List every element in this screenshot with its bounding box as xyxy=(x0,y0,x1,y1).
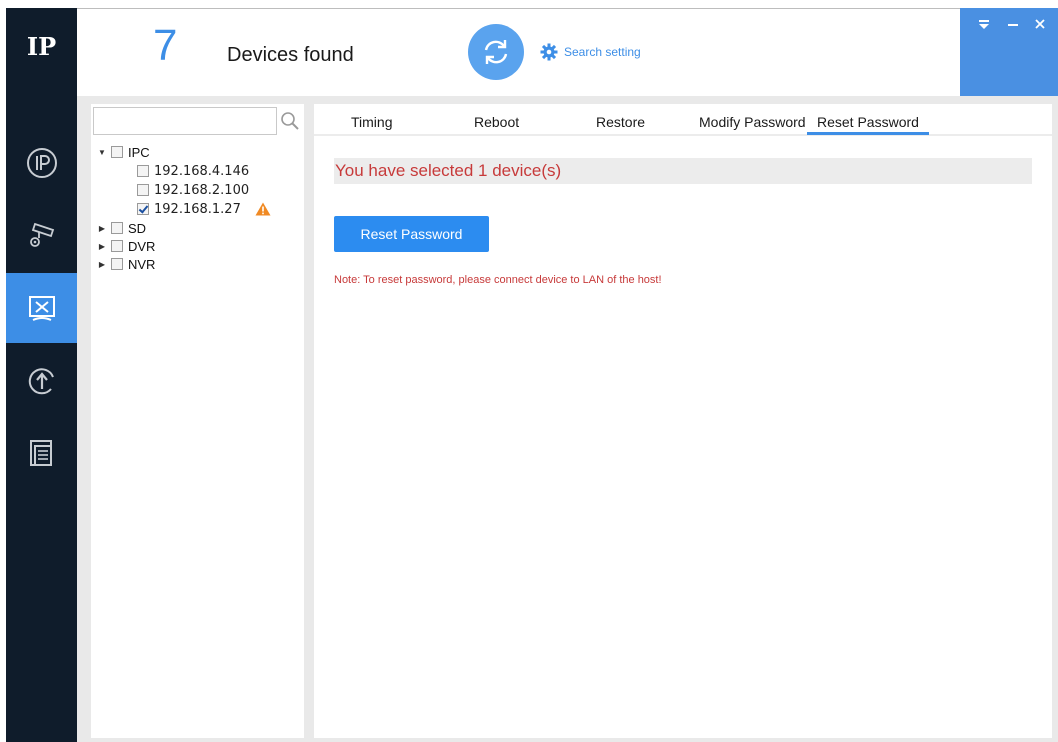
expand-right-icon[interactable]: ▶ xyxy=(97,260,107,269)
sidebar-item-device-config[interactable] xyxy=(6,198,77,268)
dropdown-menu-button[interactable] xyxy=(974,14,994,34)
device-ip: 192.168.1.27 xyxy=(154,201,241,217)
device-checkbox[interactable] xyxy=(137,184,149,196)
menu-dropdown-icon xyxy=(979,20,989,29)
nvr-checkbox[interactable] xyxy=(111,258,123,270)
app-window: IP 7 Devices found Search setting ▼ IPC … xyxy=(0,0,1058,742)
search-setting-label: Search setting xyxy=(564,45,641,59)
tab-bar: Timing Reboot Restore Modify Password Re… xyxy=(314,104,1052,136)
tab-modify-password[interactable]: Modify Password xyxy=(699,114,806,130)
tree-group-label: SD xyxy=(128,220,147,236)
expand-down-icon[interactable]: ▼ xyxy=(97,148,107,157)
sidebar-item-ip[interactable] xyxy=(6,128,77,198)
close-icon xyxy=(1035,19,1045,29)
tree-group-sd[interactable]: ▶ SD xyxy=(97,220,146,236)
device-count: 7 xyxy=(153,21,178,70)
tree-device-row[interactable]: 192.168.4.146 xyxy=(137,163,249,179)
selected-devices-text: You have selected 1 device(s) xyxy=(334,158,1032,184)
device-ip: 192.168.2.100 xyxy=(154,182,250,198)
tab-timing[interactable]: Timing xyxy=(351,114,393,130)
device-checkbox[interactable] xyxy=(137,165,149,177)
warning-icon xyxy=(255,202,271,216)
camera-settings-icon xyxy=(29,222,54,247)
gear-icon xyxy=(540,43,558,61)
ipc-checkbox[interactable] xyxy=(111,146,123,158)
sidebar-item-tools[interactable] xyxy=(6,273,77,343)
minimize-icon xyxy=(1008,24,1018,26)
refresh-icon xyxy=(484,40,508,64)
upgrade-icon xyxy=(28,368,54,395)
note-text: Note: To reset password, please connect … xyxy=(334,274,662,286)
tree-device-row[interactable]: 192.168.2.100 xyxy=(137,182,249,198)
close-button[interactable] xyxy=(1030,14,1050,34)
sd-checkbox[interactable] xyxy=(111,222,123,234)
tab-reset-password[interactable]: Reset Password xyxy=(807,114,929,135)
sidebar-item-logs[interactable] xyxy=(6,418,77,488)
document-list-icon xyxy=(29,440,52,466)
main-panel: Timing Reboot Restore Modify Password Re… xyxy=(314,104,1052,738)
device-checkbox-checked[interactable] xyxy=(137,203,149,215)
app-logo: IP xyxy=(26,32,57,61)
tab-restore[interactable]: Restore xyxy=(596,114,645,130)
minimize-button[interactable] xyxy=(1003,14,1023,34)
refresh-button[interactable] xyxy=(468,24,524,80)
tools-icon xyxy=(28,296,55,321)
tab-reboot[interactable]: Reboot xyxy=(474,114,519,130)
device-tree-panel: ▼ IPC 192.168.4.146 192.168.2.100 192.16… xyxy=(91,104,304,738)
expand-right-icon[interactable]: ▶ xyxy=(97,224,107,233)
ip-icon xyxy=(26,148,57,178)
tree-group-nvr[interactable]: ▶ NVR xyxy=(97,256,156,272)
reset-password-button[interactable]: Reset Password xyxy=(334,216,489,252)
devices-found-label: Devices found xyxy=(227,44,354,66)
sidebar-item-upgrade[interactable] xyxy=(6,346,77,416)
tree-group-dvr[interactable]: ▶ DVR xyxy=(97,238,156,254)
device-search-input[interactable] xyxy=(93,107,277,135)
tree-group-label: DVR xyxy=(128,238,156,254)
tree-group-ipc[interactable]: ▼ IPC xyxy=(97,144,150,160)
search-icon[interactable] xyxy=(279,110,301,132)
window-controls xyxy=(960,8,1058,97)
tree-group-label: IPC xyxy=(128,144,150,160)
device-ip: 192.168.4.146 xyxy=(154,163,250,179)
expand-right-icon[interactable]: ▶ xyxy=(97,242,107,251)
dvr-checkbox[interactable] xyxy=(111,240,123,252)
search-setting-link[interactable]: Search setting xyxy=(540,43,641,61)
tree-device-row[interactable]: 192.168.1.27 xyxy=(137,201,271,217)
sidebar: IP xyxy=(6,8,77,742)
header: 7 Devices found Search setting xyxy=(77,8,1058,97)
tree-group-label: NVR xyxy=(128,256,156,272)
